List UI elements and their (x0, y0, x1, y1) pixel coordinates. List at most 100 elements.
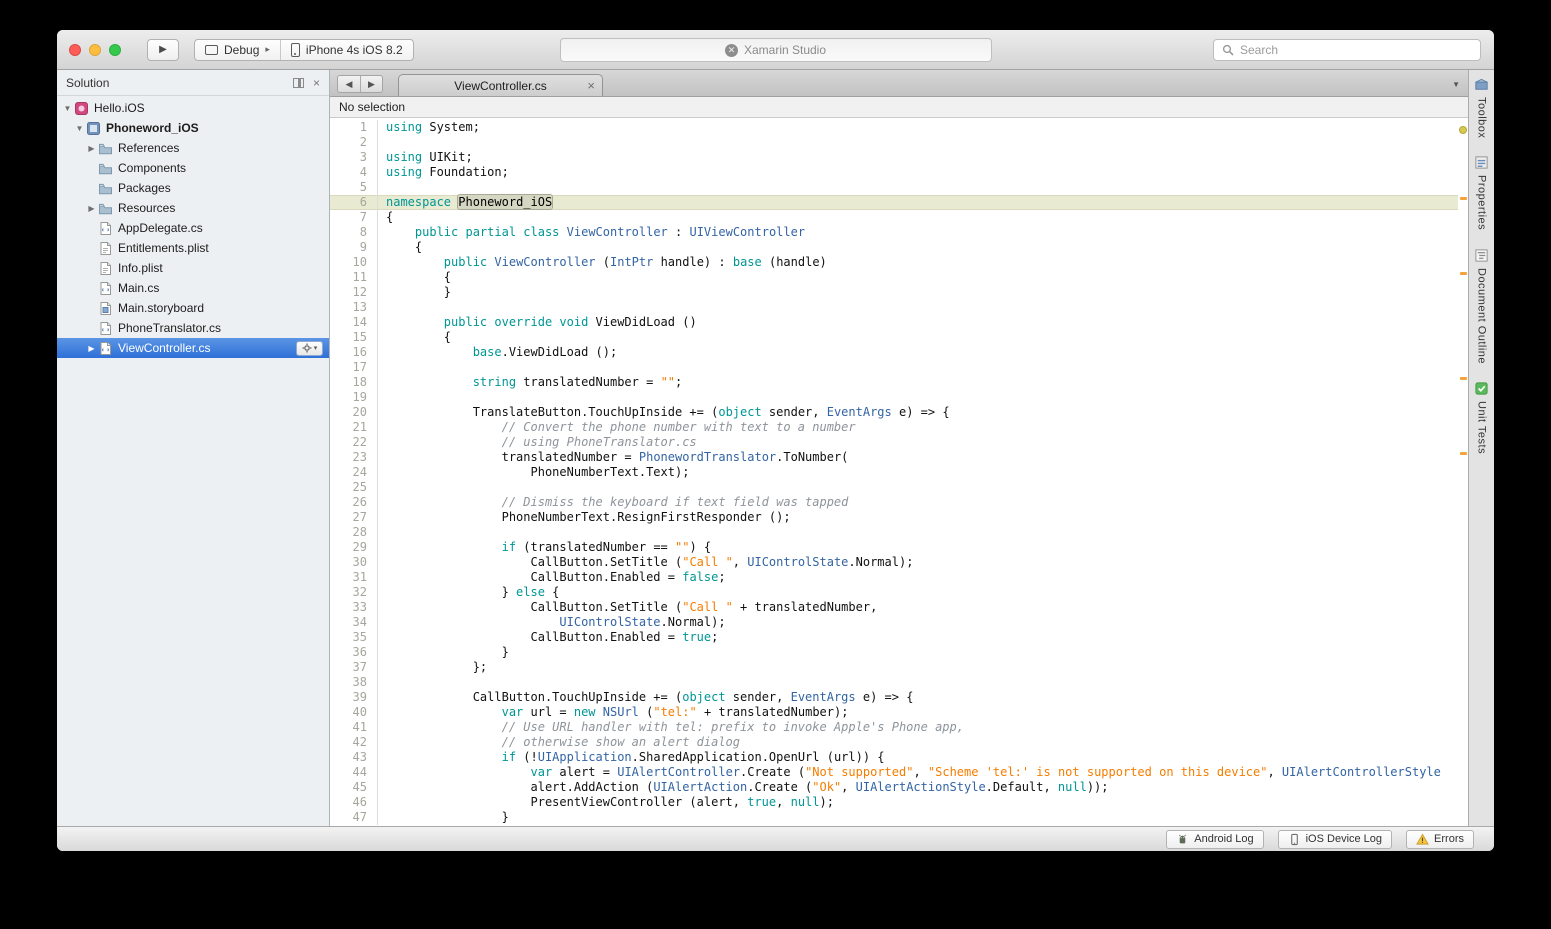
tree-item-main-cs[interactable]: Main.cs (57, 278, 329, 298)
code-line[interactable]: 42 // otherwise show an alert dialog (330, 735, 1458, 750)
code-line[interactable]: 29 if (translatedNumber == "") { (330, 540, 1458, 555)
code-line[interactable]: 15 { (330, 330, 1458, 345)
code-line[interactable]: 22 // using PhoneTranslator.cs (330, 435, 1458, 450)
code-line[interactable]: 9 { (330, 240, 1458, 255)
tree-item-phoneword-ios[interactable]: ▼Phoneword_iOS (57, 118, 329, 138)
android-log-button[interactable]: Android Log (1166, 830, 1263, 849)
errors-button[interactable]: Errors (1406, 830, 1474, 849)
dock-panel-icon[interactable] (293, 78, 304, 88)
code-line[interactable]: 37 }; (330, 660, 1458, 675)
zoom-window-button[interactable] (109, 44, 121, 56)
code-line[interactable]: 7{ (330, 210, 1458, 225)
code-line[interactable]: 18 string translatedNumber = ""; (330, 375, 1458, 390)
code-editor[interactable]: 1using System;23using UIKit;4using Found… (330, 118, 1468, 826)
dock-tab-unit-tests[interactable]: Unit Tests (1474, 381, 1489, 454)
search-field[interactable]: Search (1213, 39, 1481, 61)
dock-tab-document-outline[interactable]: Document Outline (1474, 248, 1489, 364)
chevron-down-icon[interactable]: ▼ (61, 104, 74, 113)
chevron-down-icon[interactable]: ▼ (73, 124, 86, 133)
code-line[interactable]: 40 var url = new NSUrl ("tel:" + transla… (330, 705, 1458, 720)
tree-item-entitlements-plist[interactable]: Entitlements.plist (57, 238, 329, 258)
overview-ruler[interactable] (1458, 118, 1468, 826)
code-line[interactable]: 8 public partial class ViewController : … (330, 225, 1458, 240)
status-bar: Android Log iOS Device Log Errors (57, 826, 1494, 851)
code-line[interactable]: 34 UIControlState.Normal); (330, 615, 1458, 630)
configuration-selector[interactable]: Debug ▸ (195, 40, 280, 60)
tree-item-resources[interactable]: ▶Resources (57, 198, 329, 218)
code-line[interactable]: 46 PresentViewController (alert, true, n… (330, 795, 1458, 810)
tree-item-references[interactable]: ▶References (57, 138, 329, 158)
code-line[interactable]: 30 CallButton.SetTitle ("Call ", UIContr… (330, 555, 1458, 570)
tree-item-info-plist[interactable]: Info.plist (57, 258, 329, 278)
tree-item-hello-ios[interactable]: ▼Hello.iOS (57, 98, 329, 118)
code-line[interactable]: 3using UIKit; (330, 150, 1458, 165)
tab-viewcontroller[interactable]: ViewController.cs × (398, 74, 603, 96)
tree-item-phonetranslator-cs[interactable]: PhoneTranslator.cs (57, 318, 329, 338)
code-line[interactable]: 47 } (330, 810, 1458, 825)
code-line[interactable]: 6namespace Phoneword_iOS (330, 195, 1458, 210)
code-line[interactable]: 14 public override void ViewDidLoad () (330, 315, 1458, 330)
code-line[interactable]: 10 public ViewController (IntPtr handle)… (330, 255, 1458, 270)
run-button[interactable]: ▶ (147, 39, 179, 61)
close-tab-icon[interactable]: × (587, 78, 595, 93)
code-line[interactable]: 32 } else { (330, 585, 1458, 600)
code-line[interactable]: 43 if (!UIApplication.SharedApplication.… (330, 750, 1458, 765)
ruler-mark-icon[interactable] (1460, 452, 1467, 455)
ruler-mark-icon[interactable] (1460, 197, 1467, 200)
code-line[interactable]: 21 // Convert the phone number with text… (330, 420, 1458, 435)
code-line[interactable]: 5 (330, 180, 1458, 195)
code-line[interactable]: 26 // Dismiss the keyboard if text field… (330, 495, 1458, 510)
code-line[interactable]: 1using System; (330, 120, 1458, 135)
dock-tab-toolbox[interactable]: Toolbox (1474, 77, 1489, 138)
code-line[interactable]: 27 PhoneNumberText.ResignFirstResponder … (330, 510, 1458, 525)
tab-overflow-icon[interactable]: ▼ (1452, 80, 1460, 89)
code-line[interactable]: 13 (330, 300, 1458, 315)
tree-item-main-storyboard[interactable]: Main.storyboard (57, 298, 329, 318)
code-line[interactable]: 33 CallButton.SetTitle ("Call " + transl… (330, 600, 1458, 615)
ruler-mark-icon[interactable] (1460, 377, 1467, 380)
tree-item-components[interactable]: Components (57, 158, 329, 178)
minimize-window-button[interactable] (89, 44, 101, 56)
folder-icon (98, 161, 113, 176)
code-line[interactable]: 24 PhoneNumberText.Text); (330, 465, 1458, 480)
code-line[interactable]: 2 (330, 135, 1458, 150)
code-line[interactable]: 36 } (330, 645, 1458, 660)
navigate-back-button[interactable]: ◀ (338, 76, 360, 92)
code-line[interactable]: 39 CallButton.TouchUpInside += (object s… (330, 690, 1458, 705)
close-window-button[interactable] (69, 44, 81, 56)
code-line[interactable]: 20 TranslateButton.TouchUpInside += (obj… (330, 405, 1458, 420)
code-line[interactable]: 4using Foundation; (330, 165, 1458, 180)
device-selector[interactable]: iPhone 4s iOS 8.2 (280, 40, 413, 60)
navigate-forward-button[interactable]: ▶ (360, 76, 382, 92)
ruler-mark-icon[interactable] (1460, 272, 1467, 275)
code-line[interactable]: 12 } (330, 285, 1458, 300)
chevron-right-icon[interactable]: ▶ (85, 344, 98, 353)
code-line[interactable]: 38 (330, 675, 1458, 690)
code-line[interactable]: 31 CallButton.Enabled = false; (330, 570, 1458, 585)
code-line[interactable]: 17 (330, 360, 1458, 375)
code-line[interactable]: 28 (330, 525, 1458, 540)
code-line[interactable]: 19 (330, 390, 1458, 405)
code-line[interactable]: 16 base.ViewDidLoad (); (330, 345, 1458, 360)
code-line[interactable]: 44 var alert = UIAlertController.Create … (330, 765, 1458, 780)
dock-tab-properties[interactable]: Properties (1474, 155, 1489, 230)
tree-item-viewcontroller-cs[interactable]: ▶ViewController.cs▾ (57, 338, 329, 358)
code-line[interactable]: 25 (330, 480, 1458, 495)
code-line[interactable]: 35 CallButton.Enabled = true; (330, 630, 1458, 645)
code-line[interactable]: 23 translatedNumber = PhonewordTranslato… (330, 450, 1458, 465)
code-line[interactable]: 11 { (330, 270, 1458, 285)
chevron-right-icon[interactable]: ▶ (85, 144, 98, 153)
properties-icon (1474, 155, 1489, 170)
close-panel-icon[interactable]: × (313, 77, 320, 89)
code-line[interactable]: 41 // Use URL handler with tel: prefix t… (330, 720, 1458, 735)
code-text: base.ViewDidLoad (); (386, 345, 617, 360)
tree-item-packages[interactable]: Packages (57, 178, 329, 198)
ios-device-log-button[interactable]: iOS Device Log (1278, 830, 1392, 849)
line-number: 7 (330, 210, 378, 225)
chevron-right-icon[interactable]: ▶ (85, 204, 98, 213)
tree-item-appdelegate-cs[interactable]: AppDelegate.cs (57, 218, 329, 238)
item-options-button[interactable]: ▾ (296, 341, 323, 356)
xamarin-studio-window: ▶ Debug ▸ iPhone 4s iOS 8.2 ✕ Xamarin St… (57, 30, 1494, 851)
code-line[interactable]: 45 alert.AddAction (UIAlertAction.Create… (330, 780, 1458, 795)
code-surface[interactable]: 1using System;23using UIKit;4using Found… (330, 118, 1458, 826)
